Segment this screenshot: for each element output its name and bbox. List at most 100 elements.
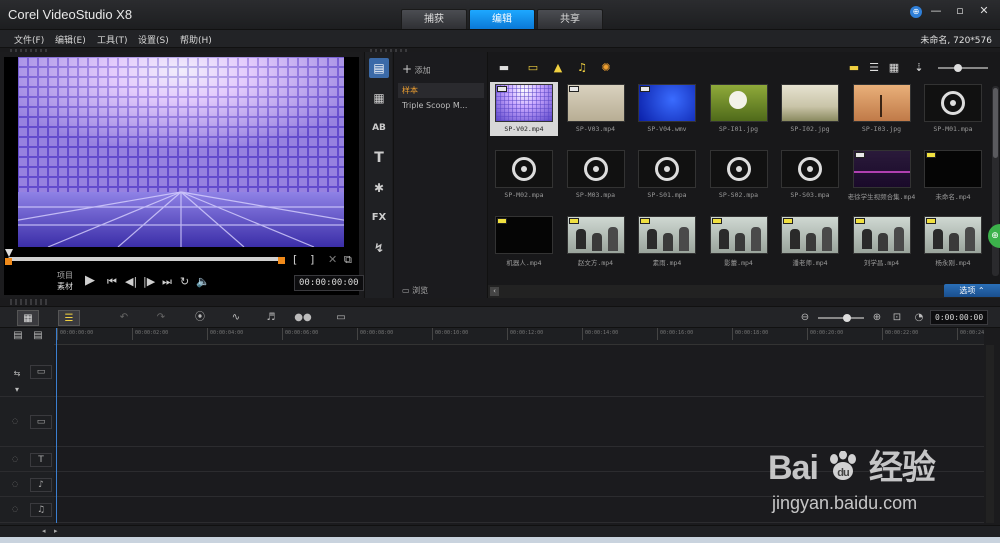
media-thumbnail[interactable]: SP-S02.mpa: [705, 150, 773, 199]
media-thumbnail[interactable]: 潘老师.mp4: [776, 216, 844, 267]
redo-icon[interactable]: ↷: [150, 310, 172, 326]
media-thumbnail[interactable]: SP-S03.mpa: [776, 150, 844, 199]
path-icon[interactable]: ↯: [369, 238, 389, 258]
volume-icon[interactable]: 🔈: [196, 275, 210, 288]
thumbnail-view-icon[interactable]: ▬: [846, 60, 862, 76]
prev-frame-icon[interactable]: ◀|: [125, 275, 137, 288]
next-frame-icon[interactable]: |▶: [143, 275, 155, 288]
media-thumbnail[interactable]: SP-V03.mp4: [562, 84, 630, 133]
scroll-right-icon[interactable]: ▸: [54, 527, 58, 535]
motion-tracking-icon[interactable]: ●●: [292, 310, 314, 326]
media-thumbnail[interactable]: 杨永刚.mp4: [919, 216, 987, 267]
timeline-scrollbar[interactable]: [986, 345, 994, 523]
media-thumbnail[interactable]: SP-M02.mpa: [490, 150, 558, 199]
media-thumbnail[interactable]: SP-I01.jpg: [705, 84, 773, 133]
instant-project-icon[interactable]: ▦: [369, 88, 389, 108]
track-visibility-icon[interactable]: ◌: [12, 505, 18, 513]
media-thumbnail[interactable]: SP-I02.jpg: [776, 84, 844, 133]
media-thumbnail[interactable]: SP-I03.jpg: [848, 84, 916, 133]
scrubber-bar[interactable]: [8, 257, 284, 261]
help-icon[interactable]: ⊕: [910, 6, 922, 18]
mark-out-icon[interactable]: ]: [310, 253, 314, 266]
mode-clip-label[interactable]: 素材: [57, 281, 73, 292]
scroll-left-icon[interactable]: ◂: [42, 527, 46, 535]
play-icon[interactable]: ▶: [85, 273, 95, 288]
go-end-icon[interactable]: ⏭: [162, 275, 172, 289]
thumbnail-size-slider[interactable]: [938, 67, 988, 69]
menu-edit[interactable]: 编辑(E): [55, 33, 86, 46]
media-thumbnail[interactable]: 未命名.mp4: [919, 150, 987, 201]
grid-view-icon[interactable]: ▦: [886, 60, 902, 76]
timeline-playhead[interactable]: [56, 328, 57, 523]
media-thumbnail[interactable]: 机器人.mp4: [490, 216, 558, 267]
go-start-icon[interactable]: ⏮: [107, 275, 117, 289]
track-manager-icon[interactable]: ▤: [10, 328, 26, 344]
show-audio-icon[interactable]: ♫: [574, 60, 590, 76]
zoom-in-icon[interactable]: ⊕: [866, 310, 888, 326]
track-visibility-icon[interactable]: ◌: [12, 480, 18, 488]
timeline-timecode[interactable]: 0:00:00:00: [930, 310, 989, 325]
timeline-zoom-knob[interactable]: [843, 314, 851, 322]
media-icon[interactable]: ▤: [369, 58, 389, 78]
media-thumbnail[interactable]: SP-S01.mpa: [633, 150, 701, 199]
media-thumbnail[interactable]: 素雨.mp4: [633, 216, 701, 267]
track-visibility-icon[interactable]: ◌: [12, 417, 18, 425]
storyboard-view-icon[interactable]: ▦: [17, 310, 39, 326]
mark-in-icon[interactable]: [: [293, 253, 297, 266]
tab-edit[interactable]: 编辑: [469, 9, 535, 29]
timeline-grip[interactable]: [10, 299, 50, 305]
enlarge-preview-icon[interactable]: ⧉: [344, 253, 352, 267]
library-hscroll[interactable]: ‹: [488, 285, 1000, 298]
trim-end-marker[interactable]: [278, 257, 285, 264]
minimize-button[interactable]: —: [926, 4, 946, 20]
add-folder-button[interactable]: + 添加: [402, 62, 431, 76]
player-timecode[interactable]: 00:00:00:00: [294, 275, 364, 291]
media-thumbnail[interactable]: SP-M03.mpa: [562, 150, 630, 199]
track-visibility-icon[interactable]: ◌: [12, 455, 18, 463]
media-thumbnail[interactable]: SP-V02.mp4: [490, 82, 558, 136]
collapse-library-icon[interactable]: ‹: [490, 287, 499, 296]
close-button[interactable]: ✕: [974, 4, 994, 20]
show-video-icon[interactable]: ▭: [525, 60, 541, 76]
thumbnail-size-knob[interactable]: [954, 64, 962, 72]
menu-settings[interactable]: 设置(S): [138, 33, 169, 46]
menu-help[interactable]: 帮助(H): [180, 33, 212, 46]
media-thumbnail[interactable]: SP-V04.wmv: [633, 84, 701, 133]
sort-icon[interactable]: ⇣: [911, 60, 927, 76]
options-button[interactable]: 选项 ⌃: [944, 284, 1000, 297]
tab-share[interactable]: 共享: [537, 9, 603, 29]
transition-icon[interactable]: AB: [369, 118, 389, 138]
tab-capture[interactable]: 捕获: [401, 9, 467, 29]
timeline-hscroll[interactable]: ◂ ▸: [0, 525, 1000, 537]
folder-item-sample[interactable]: 样本: [398, 83, 484, 98]
media-thumbnail[interactable]: 老徐学生视频合集.mp4: [848, 150, 916, 201]
repeat-icon[interactable]: ↻: [180, 275, 189, 288]
folder-item-triple-scoop[interactable]: Triple Scoop M...: [398, 98, 484, 113]
mode-project-label[interactable]: 项目: [57, 270, 73, 281]
split-clip-icon[interactable]: ✕: [328, 253, 337, 266]
timeline-zoom-slider[interactable]: [818, 317, 864, 319]
show-effects-icon[interactable]: ✺: [598, 60, 614, 76]
menu-tools[interactable]: 工具(T): [97, 33, 128, 46]
timeline-view-icon[interactable]: ☰: [58, 310, 80, 326]
project-duration-icon[interactable]: ◔: [908, 310, 930, 326]
show-photo-icon[interactable]: ▲: [550, 60, 566, 76]
auto-music-icon[interactable]: ♬: [260, 310, 282, 326]
undo-icon[interactable]: ↶: [113, 310, 135, 326]
timeline-ruler[interactable]: 00:00:00:00 00:00:02:00 00:00:04:00 00:00:0…: [54, 328, 984, 345]
media-thumbnail[interactable]: 赵文方.mp4: [562, 216, 630, 267]
library-scroll-thumb[interactable]: [993, 88, 998, 158]
zoom-out-icon[interactable]: ⊖: [794, 310, 816, 326]
fit-project-icon[interactable]: ⊡: [886, 310, 908, 326]
filter-icon[interactable]: FX: [369, 208, 389, 228]
browse-button[interactable]: ▭ 浏览: [402, 285, 428, 296]
media-thumbnail[interactable]: 刘学昌.mp4: [848, 216, 916, 267]
media-thumbnail[interactable]: SP-M01.mpa: [919, 84, 987, 133]
list-view-icon[interactable]: ☰: [866, 60, 882, 76]
import-folder-icon[interactable]: ▬: [496, 60, 512, 76]
title-icon[interactable]: T: [369, 148, 389, 168]
maximize-button[interactable]: ▫: [950, 4, 970, 20]
menu-file[interactable]: 文件(F): [14, 33, 44, 46]
graphic-icon[interactable]: ✱: [369, 178, 389, 198]
media-thumbnail[interactable]: 影蕾.mp4: [705, 216, 773, 267]
